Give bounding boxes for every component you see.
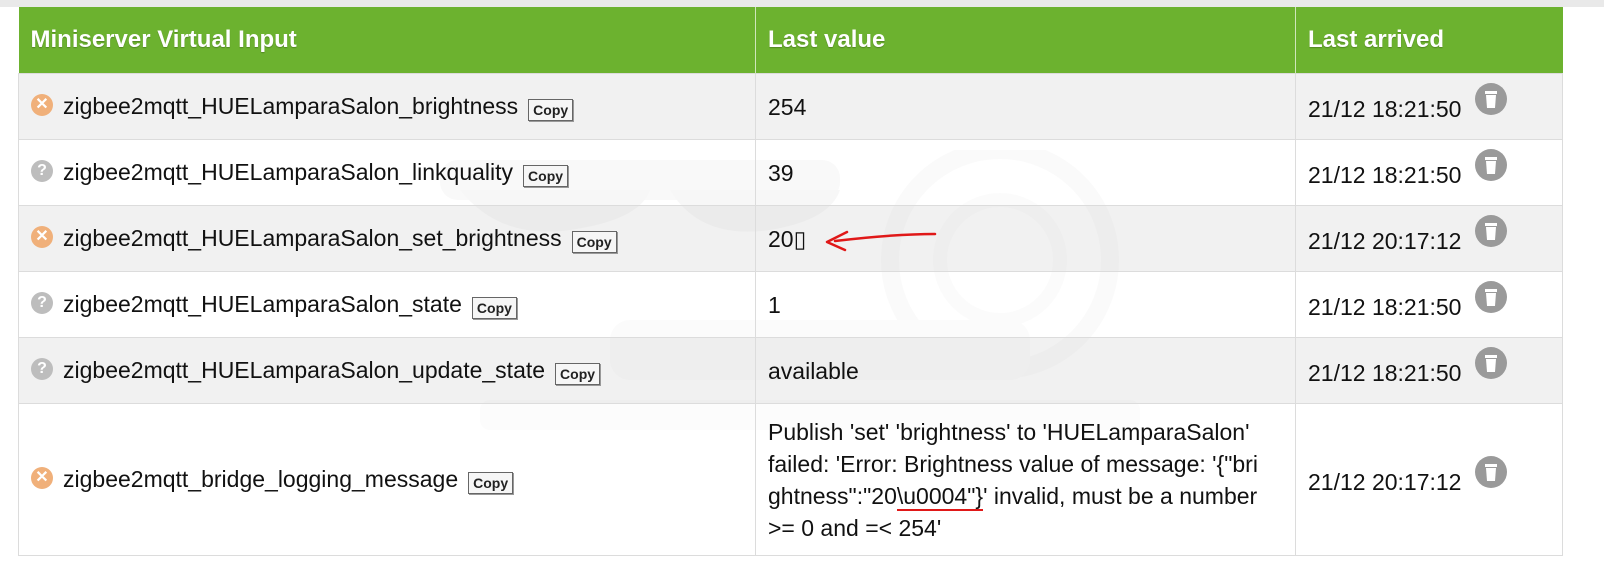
last-arrived-time: 21/12 18:21:50 (1308, 95, 1462, 122)
table-header-row: Miniserver Virtual Input Last value Last… (18, 7, 1563, 74)
trash-icon[interactable] (1474, 82, 1508, 116)
last-arrived-time: 21/12 20:17:12 (1308, 468, 1462, 495)
question-circle-icon: ? (31, 159, 53, 182)
last-value-cell: 39 (755, 139, 1296, 206)
trash-icon[interactable] (1474, 280, 1508, 314)
annotation-underline: \u0004"} (896, 482, 984, 511)
last-value-cell: 20▯ (755, 205, 1296, 272)
input-name: zigbee2mqtt_HUELamparaSalon_set_brightne… (63, 225, 562, 251)
top-strip (0, 0, 1604, 7)
question-circle-icon: ? (31, 291, 53, 314)
copy-button[interactable]: Copy (555, 362, 601, 385)
input-name: zigbee2mqtt_HUELamparaSalon_state (63, 291, 462, 317)
input-name-cell: ? zigbee2mqtt_HUELamparaSalon_linkquality… (18, 139, 756, 206)
table-row: ✕ zigbee2mqtt_HUELamparaSalon_brightness C… (18, 73, 1563, 140)
log-message-line: ghtness":"20\u0004"}' invalid, must be a… (768, 482, 1258, 511)
last-arrived-time: 21/12 18:21:50 (1308, 359, 1462, 386)
table-row: ? zigbee2mqtt_HUELamparaSalon_state Copy 1… (18, 271, 1563, 338)
last-arrived-cell: 21/12 20:17:12 (1295, 403, 1563, 556)
last-value-cell: 1 (755, 271, 1296, 338)
x-circle-icon: ✕ (31, 93, 53, 116)
x-circle-icon: ✕ (31, 225, 53, 248)
last-arrived-time: 21/12 18:21:50 (1308, 161, 1462, 188)
input-name-cell: ? zigbee2mqtt_HUELamparaSalon_update_stat… (18, 337, 756, 404)
input-name-cell: ✕ zigbee2mqtt_HUELamparaSalon_set_brightn… (18, 205, 756, 272)
input-name: zigbee2mqtt_bridge_logging_message (63, 466, 459, 492)
last-value-cell: available (755, 337, 1296, 404)
copy-button[interactable]: Copy (528, 98, 574, 121)
last-value: 39 (768, 159, 794, 186)
input-name-cell: ✕ zigbee2mqtt_bridge_logging_message Copy (18, 403, 756, 556)
last-value-cell: 254 (755, 73, 1296, 140)
copy-button[interactable]: Copy (471, 296, 517, 319)
column-header-last-arrived[interactable]: Last arrived (1295, 7, 1563, 74)
log-message-line: failed: 'Error: Brightness value of mess… (768, 450, 1258, 477)
table-row: ✕ zigbee2mqtt_bridge_logging_message Copy … (18, 403, 1563, 556)
column-header-name[interactable]: Miniserver Virtual Input (18, 7, 756, 74)
trash-icon[interactable] (1474, 346, 1508, 380)
table-row: ? zigbee2mqtt_HUELamparaSalon_linkquality… (18, 139, 1563, 206)
last-arrived-cell: 21/12 18:21:50 (1295, 139, 1563, 206)
trash-icon[interactable] (1474, 455, 1508, 489)
virtual-inputs-table: Miniserver Virtual Input Last value Last… (18, 7, 1563, 556)
last-arrived-time: 21/12 18:21:50 (1308, 293, 1462, 320)
question-circle-icon: ? (31, 357, 53, 380)
last-arrived-cell: 21/12 18:21:50 (1295, 73, 1563, 140)
table-row: ✕ zigbee2mqtt_HUELamparaSalon_set_brightn… (18, 205, 1563, 272)
input-name: zigbee2mqtt_HUELamparaSalon_linkquality (63, 159, 514, 185)
table-row: ? zigbee2mqtt_HUELamparaSalon_update_stat… (18, 337, 1563, 404)
annotation-arrow-icon (825, 231, 936, 252)
log-message-line: Publish 'set' 'brightness' to 'HUELampar… (768, 418, 1250, 445)
log-message-line: >= 0 and =< 254' (768, 514, 942, 541)
copy-button[interactable]: Copy (468, 471, 514, 494)
input-name-cell: ✕ zigbee2mqtt_HUELamparaSalon_brightness C… (18, 73, 756, 140)
last-value: available (768, 357, 859, 384)
last-arrived-cell: 21/12 18:21:50 (1295, 337, 1563, 404)
input-name-cell: ? zigbee2mqtt_HUELamparaSalon_state Copy (18, 271, 756, 338)
last-value: 1 (768, 291, 781, 318)
trash-icon[interactable] (1474, 214, 1508, 248)
last-arrived-cell: 21/12 20:17:12 (1295, 205, 1563, 272)
input-name: zigbee2mqtt_HUELamparaSalon_update_state (63, 357, 546, 383)
copy-button[interactable]: Copy (523, 164, 569, 187)
column-header-last-value[interactable]: Last value (755, 7, 1296, 74)
last-value: 254 (768, 93, 807, 120)
last-arrived-time: 21/12 20:17:12 (1308, 227, 1462, 254)
last-value-cell: Publish 'set' 'brightness' to 'HUELampar… (755, 403, 1296, 556)
last-arrived-cell: 21/12 18:21:50 (1295, 271, 1563, 338)
trash-icon[interactable] (1474, 148, 1508, 182)
x-circle-icon: ✕ (31, 466, 53, 489)
last-value: 20▯ (768, 225, 807, 252)
copy-button[interactable]: Copy (571, 230, 617, 253)
input-name: zigbee2mqtt_HUELamparaSalon_brightness (63, 93, 519, 119)
